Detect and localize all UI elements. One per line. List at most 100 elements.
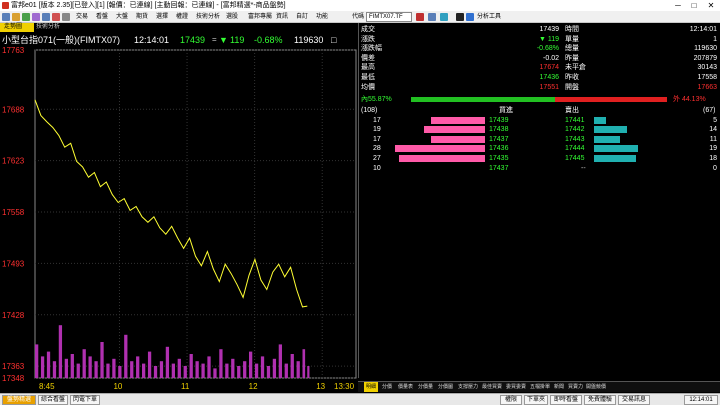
quote-icon[interactable] <box>428 13 436 21</box>
ask-bar <box>594 135 620 143</box>
volume-bar <box>58 325 63 378</box>
footer-left: 10 <box>373 165 381 172</box>
menu-item-function[interactable]: 功能 <box>316 11 328 23</box>
refresh-icon[interactable] <box>22 13 30 21</box>
x-tick-label: 12 <box>249 382 258 391</box>
ask-bar <box>594 117 606 124</box>
bid-qty: 27 <box>373 154 381 162</box>
menu-item-watch[interactable]: 看盤 <box>96 11 108 23</box>
chart-icon[interactable] <box>440 13 448 21</box>
stat-value-left: 17436 <box>539 74 559 81</box>
status-tab-overview[interactable]: 綜合看盤 <box>38 395 68 405</box>
menu-item-info[interactable]: 資訊 <box>276 11 288 23</box>
tab-technical[interactable]: 技術分析 <box>36 23 76 32</box>
status-free-trial[interactable]: 免費體驗 <box>584 395 616 405</box>
tab-support-resistance[interactable]: 支撐壓力 <box>458 382 478 392</box>
volume-bar <box>231 358 235 378</box>
ask-bar <box>594 126 627 134</box>
tab-price-split[interactable]: 分價 <box>382 382 392 392</box>
menu-item-custom[interactable]: 自訂 <box>296 11 308 23</box>
status-tab-featured[interactable]: 盤勢精選 <box>2 395 36 405</box>
menu-item-market[interactable]: 大盤 <box>116 11 128 23</box>
home-icon[interactable] <box>2 13 10 21</box>
maximize-button[interactable]: □ <box>688 0 700 11</box>
orderbook-row[interactable]: 17 17437 17443 11 <box>359 135 720 144</box>
cursor-icon[interactable] <box>456 13 464 21</box>
tab-detail[interactable]: 明細 <box>364 382 379 392</box>
ask-bar <box>594 154 636 162</box>
y-tick-label: 17363 <box>2 362 25 371</box>
menu-item-options[interactable]: 選擇 <box>156 11 168 23</box>
menu-item-trade[interactable]: 交易 <box>76 11 88 23</box>
tab-trend-chart[interactable]: 走勢圖 <box>0 23 34 32</box>
orderbook-row[interactable]: 17 17439 17441 5 <box>359 116 720 125</box>
tab-best-bid-ask[interactable]: 最佳買賣 <box>482 382 502 392</box>
volume-bar <box>46 351 51 378</box>
close-button[interactable]: ✕ <box>705 0 717 11</box>
x-tick-label: 8:45 <box>39 382 55 391</box>
window-icon[interactable] <box>42 13 50 21</box>
footer-right: 0 <box>713 165 717 172</box>
alert-icon[interactable] <box>52 13 60 21</box>
orderbook-row[interactable]: 28 17436 17444 19 <box>359 144 720 153</box>
stat-label-right: 昨收 <box>565 74 579 81</box>
print-icon[interactable] <box>62 13 70 21</box>
menu-item-warrants[interactable]: 權證 <box>176 11 188 23</box>
ask-qty: 11 <box>709 135 717 143</box>
tab-price-volume[interactable]: 分價量 <box>418 382 433 392</box>
menu-item-screener[interactable]: 選股 <box>226 11 238 23</box>
tab-opening-auction[interactable]: 開盤競價 <box>586 382 606 392</box>
volume-bar <box>88 356 92 378</box>
orderbook-row[interactable]: 27 17435 17445 18 <box>359 154 720 163</box>
tab-five-levels[interactable]: 五檔掛單 <box>530 382 550 392</box>
menu-item-futures[interactable]: 期貨 <box>136 11 148 23</box>
stat-value-right: 17663 <box>697 83 717 91</box>
expand-icon[interactable]: □ <box>331 33 336 47</box>
volume-bar <box>112 358 116 378</box>
minimize-button[interactable]: ─ <box>672 0 684 11</box>
stat-label-left: 均價 <box>361 83 375 91</box>
status-trade-msg[interactable]: 交易訊息 <box>618 395 650 405</box>
volume-bar <box>147 351 152 378</box>
status-tab-quick-order[interactable]: 閃電下單 <box>70 395 100 405</box>
status-realtime[interactable]: 即時看盤 <box>550 395 582 405</box>
quote-panel: 成交 17439 時間 12:14:01 漲跌 ▼ 119 單量 1 漲跌幅 -0.68% 總量 11… <box>358 23 720 378</box>
chart-frame <box>34 49 357 379</box>
menu-item-technical[interactable]: 技術分析 <box>196 11 220 23</box>
volume-bar <box>284 363 288 378</box>
volume-bar <box>171 363 175 378</box>
tab-price-chart[interactable]: 分價圖 <box>438 382 453 392</box>
symbol-input[interactable]: FIMTX07.TF <box>366 12 412 22</box>
tab-buy-sell-power[interactable]: 買賣力 <box>568 382 583 392</box>
volume-bars <box>35 325 310 378</box>
bid-price: 17437 <box>489 135 509 143</box>
stat-value-right: 12:14:01 <box>689 26 717 33</box>
tab-news[interactable]: 新聞 <box>554 382 564 392</box>
stat-value-right: 17558 <box>697 74 717 81</box>
stat-value-left: 17674 <box>539 64 559 72</box>
volume-bar <box>94 361 98 378</box>
tab-bid-ask-orders[interactable]: 委買委賣 <box>506 382 526 392</box>
tools-icon[interactable] <box>466 13 474 21</box>
folder-icon[interactable] <box>12 13 20 21</box>
volume-bar <box>153 366 158 378</box>
search-icon[interactable] <box>416 13 424 21</box>
status-permission[interactable]: 權限 <box>500 395 522 405</box>
stat-label-left: 價差 <box>361 54 375 62</box>
price-change: 119 <box>230 35 245 45</box>
status-order-folder[interactable]: 下單夾 <box>524 395 548 405</box>
volume-bar <box>307 366 310 378</box>
quote-stat-row: 最低 17436 昨收 17558 <box>359 73 720 82</box>
analysis-tools-menu[interactable]: 分析工具 <box>477 11 501 23</box>
chart-tabs: 走勢圖 技術分析 <box>0 23 357 32</box>
ask-bar <box>594 145 638 153</box>
menu-item-exclusive[interactable]: 富邦專屬 <box>248 11 272 23</box>
y-tick-label: 17688 <box>2 105 25 114</box>
code-label: 代碼 <box>352 14 365 20</box>
change-percent: -0.68% <box>254 35 283 45</box>
status-clock: 12:14:01 <box>684 395 718 405</box>
layout-icon[interactable] <box>32 13 40 21</box>
tab-price-volume-table[interactable]: 價量表 <box>398 382 413 392</box>
volume-bar <box>159 361 164 378</box>
orderbook-row[interactable]: 19 17438 17442 14 <box>359 125 720 134</box>
